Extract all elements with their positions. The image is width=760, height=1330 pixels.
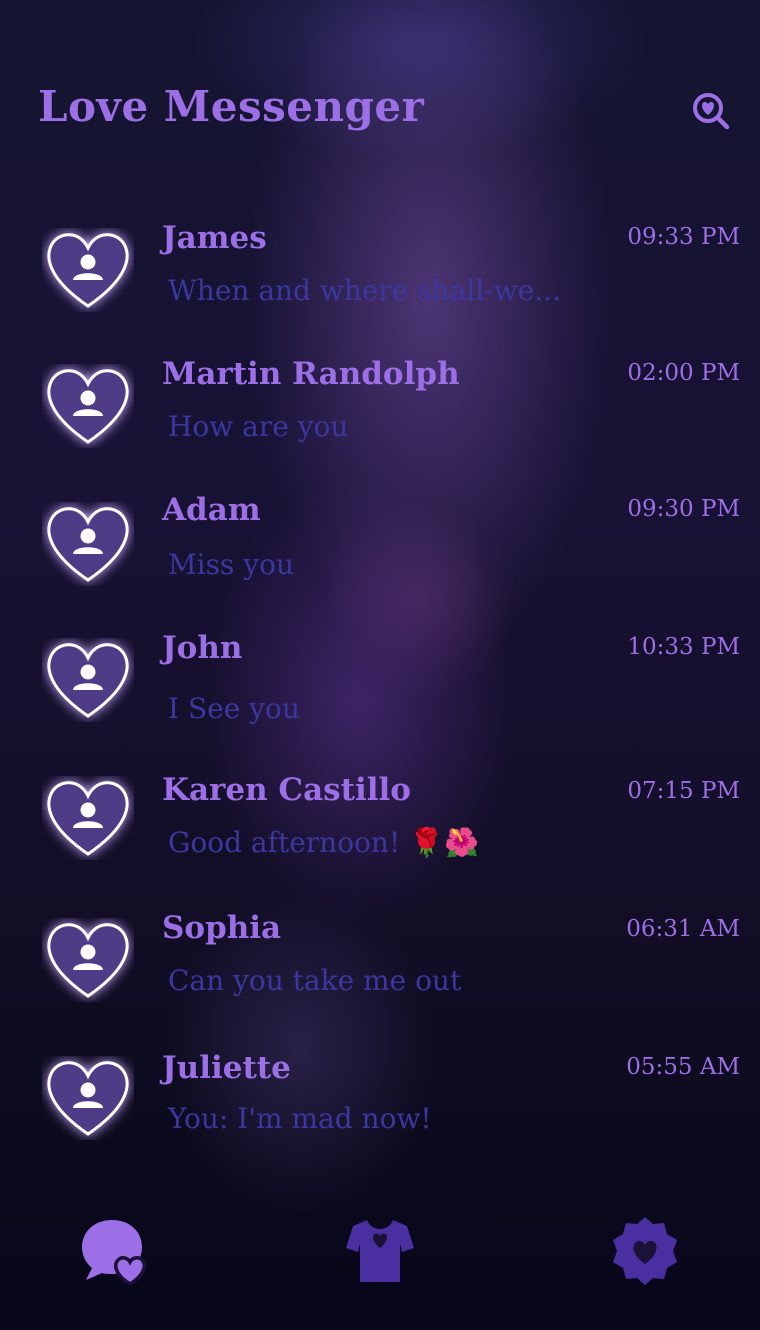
header: Love Messenger bbox=[0, 0, 760, 200]
message-time: 02:00 PM bbox=[627, 360, 740, 386]
avatar bbox=[42, 638, 134, 722]
message-preview: Good afternoon! 🌹🌺 bbox=[168, 826, 479, 859]
chat-item[interactable]: Martin Randolph 02:00 PM How are you bbox=[0, 356, 760, 488]
chat-item[interactable]: Adam 09:30 PM Miss you bbox=[0, 492, 760, 624]
shirt-heart-icon bbox=[346, 1220, 414, 1282]
nav-themes-button[interactable] bbox=[343, 1214, 417, 1288]
heart-search-icon bbox=[693, 93, 730, 130]
contact-name: Sophia bbox=[162, 910, 282, 946]
heart-avatar-icon bbox=[47, 1061, 129, 1136]
heart-search-button[interactable] bbox=[690, 90, 732, 132]
contact-name: Karen Castillo bbox=[162, 772, 411, 808]
nav-chats-button[interactable] bbox=[78, 1214, 152, 1288]
message-time: 06:31 AM bbox=[626, 916, 740, 942]
message-preview: Can you take me out bbox=[168, 964, 462, 997]
avatar bbox=[42, 502, 134, 586]
avatar bbox=[42, 776, 134, 860]
heart-avatar-icon bbox=[47, 233, 129, 308]
message-time: 09:33 PM bbox=[627, 224, 740, 250]
contact-name: John bbox=[162, 630, 243, 666]
chat-item[interactable]: Sophia 06:31 AM Can you take me out bbox=[0, 910, 760, 1044]
message-time: 09:30 PM bbox=[627, 496, 740, 522]
contact-name: Adam bbox=[162, 492, 261, 528]
app-title: Love Messenger bbox=[38, 82, 425, 131]
message-preview: Miss you bbox=[168, 548, 294, 581]
message-time: 07:15 PM bbox=[627, 778, 740, 804]
message-preview: You: I'm mad now! bbox=[168, 1102, 432, 1135]
bottom-nav bbox=[0, 1200, 760, 1330]
avatar bbox=[42, 364, 134, 448]
settings-heart-icon bbox=[613, 1217, 677, 1285]
contact-name: Juliette bbox=[162, 1050, 291, 1086]
message-time: 10:33 PM bbox=[627, 634, 740, 660]
chat-item[interactable]: Karen Castillo 07:15 PM Good afternoon! … bbox=[0, 772, 760, 906]
chat-heart-icon bbox=[82, 1220, 146, 1287]
avatar bbox=[42, 1056, 134, 1140]
heart-avatar-icon bbox=[47, 369, 129, 444]
chat-item[interactable]: John 10:33 PM I See you bbox=[0, 630, 760, 762]
heart-avatar-icon bbox=[47, 923, 129, 998]
contact-name: James bbox=[162, 220, 267, 256]
message-preview: How are you bbox=[168, 410, 349, 443]
chat-item[interactable]: Juliette 05:55 AM You: I'm mad now! bbox=[0, 1050, 760, 1180]
avatar bbox=[42, 918, 134, 1002]
heart-avatar-icon bbox=[47, 781, 129, 856]
heart-avatar-icon bbox=[47, 507, 129, 582]
nav-settings-button[interactable] bbox=[608, 1214, 682, 1288]
chat-item[interactable]: James 09:33 PM When and where shall-we..… bbox=[0, 220, 760, 352]
heart-avatar-icon bbox=[47, 643, 129, 718]
message-preview: When and where shall-we... bbox=[168, 274, 561, 307]
message-preview: I See you bbox=[168, 692, 300, 725]
avatar bbox=[42, 228, 134, 312]
message-time: 05:55 AM bbox=[626, 1054, 740, 1080]
contact-name: Martin Randolph bbox=[162, 356, 460, 392]
